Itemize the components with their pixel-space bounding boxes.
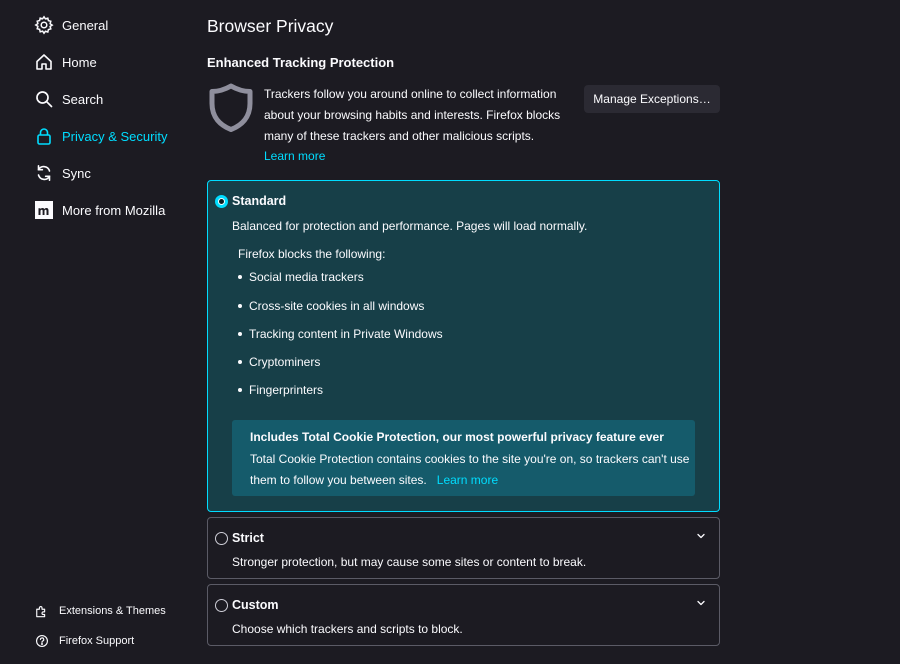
strict-title: Strict	[232, 531, 264, 545]
custom-description: Choose which trackers and scripts to blo…	[232, 622, 463, 636]
list-item: Social media trackers	[238, 270, 364, 284]
lock-icon	[34, 126, 54, 146]
sidebar: General Home Search Privacy & Security S…	[0, 0, 200, 664]
sidebar-item-label: Sync	[62, 165, 91, 181]
page-title: Browser Privacy	[207, 16, 334, 36]
sidebar-item-label: Home	[62, 54, 97, 70]
sidebar-item-label: Search	[62, 91, 104, 107]
section-title: Enhanced Tracking Protection	[207, 55, 395, 70]
sidebar-item-more-from-mozilla[interactable]: More from Mozilla	[34, 195, 165, 225]
sidebar-item-sync[interactable]: Sync	[34, 158, 91, 188]
sidebar-item-general[interactable]: General	[34, 10, 108, 40]
extensions-themes-link[interactable]: Extensions & Themes	[35, 600, 166, 622]
tcp-description: Total Cookie Protection contains cookies…	[250, 452, 690, 487]
tcp-title: Includes Total Cookie Protection, our mo…	[250, 430, 664, 444]
puzzle-icon	[36, 606, 46, 618]
sidebar-item-label: Privacy & Security	[62, 128, 168, 144]
standard-description: Balanced for protection and performance.…	[232, 219, 588, 233]
gear-icon	[34, 15, 54, 35]
sidebar-item-home[interactable]: Home	[34, 47, 97, 77]
total-cookie-protection-box: Includes Total Cookie Protection, our mo…	[232, 420, 695, 496]
list-item: Cross-site cookies in all windows	[238, 299, 424, 313]
tcp-learn-more-link[interactable]: Learn more	[437, 473, 498, 487]
sidebar-item-label: More from Mozilla	[62, 202, 166, 218]
sync-icon	[34, 163, 54, 183]
sidebar-item-label: General	[62, 17, 109, 33]
search-icon	[34, 89, 54, 109]
custom-title: Custom	[232, 598, 279, 612]
strict-description: Stronger protection, but may cause some …	[232, 555, 587, 569]
custom-option-card[interactable]: Custom Choose which trackers and scripts…	[207, 584, 720, 646]
mozilla-icon	[34, 200, 54, 220]
help-icon	[36, 635, 48, 647]
firefox-support-label: Firefox Support	[59, 635, 135, 647]
sidebar-item-privacy-security[interactable]: Privacy & Security	[34, 121, 167, 151]
learn-more-link[interactable]: Learn more	[264, 146, 325, 167]
standard-option-card[interactable]: Standard Balanced for protection and per…	[207, 180, 720, 512]
chevron-down-icon[interactable]	[695, 530, 707, 542]
home-icon	[34, 52, 54, 72]
manage-exceptions-button[interactable]: Manage Exceptions…	[584, 85, 720, 113]
extensions-themes-label: Extensions & Themes	[59, 605, 166, 617]
sidebar-item-search[interactable]: Search	[34, 84, 103, 114]
custom-radio[interactable]	[215, 599, 228, 612]
tracking-protection-description: Trackers follow you around online to col…	[264, 87, 561, 143]
strict-radio[interactable]	[215, 532, 228, 545]
chevron-down-icon[interactable]	[695, 597, 707, 609]
standard-title: Standard	[232, 194, 287, 208]
list-item: Cryptominers	[238, 355, 320, 369]
shield-icon	[209, 83, 253, 132]
firefox-support-link[interactable]: Firefox Support	[35, 630, 134, 652]
standard-radio[interactable]	[215, 195, 228, 208]
list-item: Fingerprinters	[238, 383, 323, 397]
list-item: Tracking content in Private Windows	[238, 327, 443, 341]
strict-option-card[interactable]: Strict Stronger protection, but may caus…	[207, 517, 720, 579]
blocks-label: Firefox blocks the following:	[238, 247, 386, 261]
